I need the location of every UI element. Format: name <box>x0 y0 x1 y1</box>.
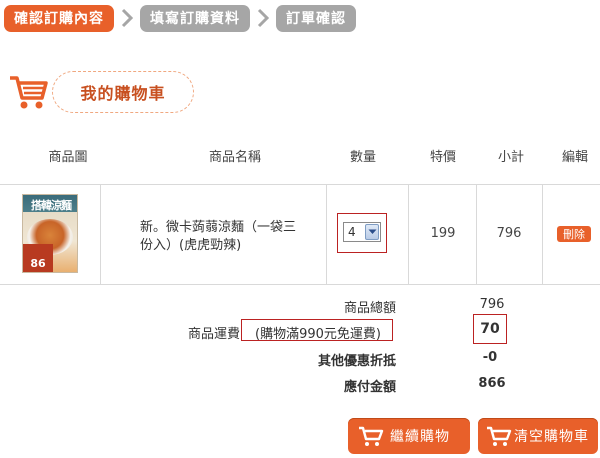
header-name: 商品名稱 <box>208 150 261 165</box>
product-name-line1: 新。微卡蒟蒻涼麵（一袋三 <box>140 220 297 235</box>
shipping-value: 70 <box>480 321 500 337</box>
step-fill-info[interactable]: 填寫訂購資料 <box>140 4 250 32</box>
product-image-tag: 86 <box>23 244 53 272</box>
product-name-line2: 份入）(虎虎勁辣) <box>140 238 242 253</box>
header-image: 商品圖 <box>48 150 88 165</box>
product-image[interactable]: 搭韓涼麵 86 <box>22 194 78 273</box>
shopping-cart-icon <box>358 425 384 447</box>
total-value: 796 <box>479 297 505 312</box>
discount-label: 其他優惠折抵 <box>317 354 396 369</box>
cart-title: 我的購物車 <box>52 71 194 113</box>
continue-shopping-label: 繼續購物 <box>390 429 450 445</box>
checkout-steps: 確認訂購內容 填寫訂購資料 訂單確認 <box>4 4 356 32</box>
divider <box>100 184 101 284</box>
quantity-select[interactable]: 4 <box>343 222 381 242</box>
divider <box>0 184 600 185</box>
header-edit: 編輯 <box>561 150 588 165</box>
discount-value: -0 <box>482 350 498 365</box>
divider <box>0 284 600 285</box>
shopping-cart-icon <box>8 72 48 112</box>
step-confirm-order[interactable]: 確認訂購內容 <box>4 4 114 32</box>
header-subtotal: 小計 <box>497 150 524 165</box>
clear-cart-icon <box>486 425 512 447</box>
divider <box>408 184 409 284</box>
chevron-down-icon[interactable] <box>365 224 379 240</box>
header-qty: 數量 <box>349 150 376 165</box>
payable-label: 應付金額 <box>343 380 396 395</box>
header-price: 特價 <box>429 150 456 165</box>
payable-value: 866 <box>478 376 506 391</box>
delete-button[interactable]: 刪除 <box>557 226 591 242</box>
product-image-title: 搭韓涼麵 <box>31 199 72 212</box>
quantity-value: 4 <box>348 225 356 239</box>
shipping-label: 商品運費 <box>187 327 240 342</box>
clear-cart-label: 清空購物車 <box>514 429 589 445</box>
divider <box>542 184 543 284</box>
shipping-note: (購物滿990元免運費) <box>255 327 381 342</box>
row-subtotal: 796 <box>496 226 522 241</box>
chevron-right-icon <box>120 5 134 32</box>
unit-price: 199 <box>430 226 456 241</box>
clear-cart-button[interactable]: 清空購物車 <box>478 418 598 454</box>
product-name[interactable]: 新。微卡蒟蒻涼麵（一袋三 份入）(虎虎勁辣) <box>140 219 316 255</box>
total-label: 商品總額 <box>343 301 396 316</box>
divider <box>326 184 327 284</box>
chevron-right-icon <box>256 5 270 32</box>
divider <box>476 184 477 284</box>
continue-shopping-button[interactable]: 繼續購物 <box>348 418 470 454</box>
step-order-confirm[interactable]: 訂單確認 <box>276 4 356 32</box>
